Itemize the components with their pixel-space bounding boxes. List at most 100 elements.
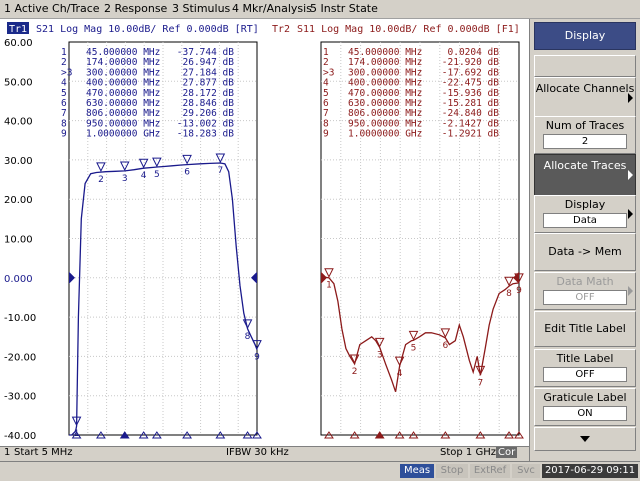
- trace1-marker-label-7: 7: [217, 166, 223, 176]
- y-tick-label: -30.00: [4, 392, 36, 403]
- channel-number: 1: [4, 447, 11, 458]
- trace2-marker-label-3: 3: [377, 350, 383, 360]
- channel-status-bar: 1 Start 5 MHz IFBW 30 kHz Stop 1 GHz Cor: [0, 446, 529, 461]
- trace1-marker-label-4: 4: [141, 171, 147, 181]
- title-label-label: Title Label: [556, 352, 614, 365]
- graticule-label-button[interactable]: Graticule Label ON: [534, 388, 636, 426]
- data-to-mem-button[interactable]: Data -> Mem: [534, 233, 636, 271]
- display-button[interactable]: Display Data: [534, 195, 636, 233]
- trace-display: Tr1 S21 Log Mag 10.00dB/ Ref 0.000dB [RT…: [4, 22, 524, 442]
- y-tick-label: 50.00: [4, 77, 33, 88]
- menu-instr-state[interactable]: 5 Instr State: [310, 2, 378, 15]
- trace1-marker-table-freq: 1.0000000 GHz: [86, 129, 160, 140]
- trace1-marker-table-value: -18.283 dB: [177, 129, 234, 140]
- title-label-value: OFF: [543, 367, 627, 382]
- menu-response[interactable]: 2 Response: [104, 2, 167, 15]
- start-frequency[interactable]: Start 5 MHz: [14, 447, 73, 458]
- trace1-marker-label-9: 9: [254, 353, 260, 363]
- trace2-header: S11 Log Mag 10.00dB/ Ref 0.000dB [F1]: [297, 24, 520, 35]
- display-label: Display: [564, 198, 606, 211]
- trace1-marker-2[interactable]: [96, 162, 106, 173]
- y-tick-label: 60.00: [4, 38, 33, 49]
- trace2-marker-label-8: 8: [506, 289, 512, 299]
- trace2-marker-label-9: 9: [516, 286, 522, 296]
- trace2-marker-label-2: 2: [352, 367, 358, 377]
- data-math-button[interactable]: Data Math OFF: [534, 272, 636, 310]
- trace1-marker-label-2: 2: [98, 175, 104, 185]
- scroll-down-icon: [580, 436, 590, 442]
- data-math-value: OFF: [543, 290, 627, 305]
- softkey-menu-title: Display: [534, 22, 636, 50]
- menu-stimulus[interactable]: 3 Stimulus: [172, 2, 230, 15]
- marker-tables: 1 45.000000 MHz -37.744 dB2 174.00000 MHz 26…: [61, 47, 499, 140]
- display-value: Data: [543, 213, 627, 228]
- num-traces-button[interactable]: Num of Traces 2: [534, 116, 636, 154]
- trace2-marker-label-7: 7: [478, 378, 484, 388]
- meas-indicator: Meas: [400, 464, 434, 478]
- allocate-traces-label: Allocate Traces: [543, 159, 627, 172]
- title-label-button[interactable]: Title Label OFF: [534, 349, 636, 387]
- trace1-marker-label-5: 5: [154, 170, 160, 180]
- stop-indicator: Stop: [436, 464, 468, 478]
- trace1-marker-7[interactable]: [215, 153, 226, 164]
- edit-title-label-button[interactable]: Edit Title Label: [534, 311, 636, 347]
- allocate-channels-button[interactable]: Allocate Channels: [534, 77, 636, 119]
- graticule-label-label: Graticule Label: [543, 391, 627, 404]
- correction-status: Cor: [496, 447, 518, 458]
- menu-active-ch-trace[interactable]: 1 Active Ch/Trace: [4, 2, 100, 15]
- submenu-arrow-icon: [628, 170, 633, 180]
- edit-title-label: Edit Title Label: [544, 322, 626, 335]
- instrument-status-bar: Meas Stop ExtRef Svc 2017-06-29 09:11: [0, 461, 640, 481]
- softkey-panel: Display Allocate Channels Num of Traces …: [529, 19, 640, 461]
- trace2-marker-1[interactable]: [324, 268, 334, 278]
- traces: [69, 162, 520, 436]
- y-tick-label: 40.00: [4, 117, 33, 128]
- y-tick-label: 30.00: [4, 156, 33, 167]
- data-to-mem-label: Data -> Mem: [548, 245, 622, 258]
- trace1-marker-4[interactable]: [138, 158, 149, 169]
- y-axis-ticks: 60.00 50.00 40.00 30.00 20.00 10.00 0.000 -10.0…: [4, 38, 36, 442]
- allocate-channels-label: Allocate Channels: [535, 82, 635, 95]
- stop-frequency[interactable]: Stop 1 GHz: [440, 447, 496, 458]
- allocate-traces-button[interactable]: Allocate Traces: [534, 154, 636, 196]
- y-tick-label: -10.00: [4, 313, 36, 324]
- extref-indicator: ExtRef: [470, 464, 510, 478]
- trace2-tag[interactable]: Tr2: [272, 24, 290, 35]
- trace1-tag[interactable]: Tr1: [9, 24, 27, 35]
- menu-mkr-analysis[interactable]: 4 Mkr/Analysis: [232, 2, 312, 15]
- trace2-marker-label-4: 4: [397, 369, 403, 379]
- trace1-marker-5[interactable]: [152, 157, 162, 168]
- submenu-arrow-icon: [628, 93, 633, 103]
- y-tick-label: 20.00: [4, 195, 33, 206]
- more-button[interactable]: [534, 427, 636, 451]
- trace2-marker-table-index: 9: [323, 129, 329, 140]
- markers: 12 3 4 5 6 78912345 678 9: [71, 153, 524, 439]
- trace1-ref-right-icon: [251, 271, 257, 284]
- trace2-marker-table-freq: 1.0000000 GHz: [348, 129, 422, 140]
- trace1-marker-3[interactable]: [119, 161, 130, 172]
- softkey-title-label: Display: [564, 29, 606, 42]
- trace1-ref-left-icon: [69, 271, 75, 284]
- submenu-arrow-icon: [628, 286, 633, 296]
- trace2-marker-6[interactable]: [440, 328, 451, 338]
- data-math-label: Data Math: [556, 275, 614, 288]
- trace2-marker-label-5: 5: [411, 343, 417, 353]
- graticule-label-value: ON: [543, 406, 627, 421]
- trace1-trace-line: [69, 162, 258, 436]
- trace1-marker-label-3: 3: [122, 174, 128, 184]
- trace2-marker-label-6: 6: [443, 341, 449, 351]
- ifbw[interactable]: IFBW 30 kHz: [226, 447, 289, 458]
- chart-area[interactable]: Tr1 S21 Log Mag 10.00dB/ Ref 0.000dB [RT…: [0, 19, 529, 446]
- trace2-marker-label-1: 1: [326, 281, 332, 291]
- y-tick-label: -40.00: [4, 431, 36, 442]
- num-traces-value: 2: [543, 134, 627, 149]
- trace2-marker-table-value: -1.2921 dB: [442, 129, 499, 140]
- y-tick-label: 10.00: [4, 235, 33, 246]
- datetime: 2017-06-29 09:11: [542, 464, 638, 478]
- softkey-spacer: [534, 55, 636, 77]
- trace1-marker-table-index: 9: [61, 129, 67, 140]
- trace1-marker-label-6: 6: [184, 167, 190, 177]
- menu-bar: 1 Active Ch/Trace 2 Response 3 Stimulus …: [0, 0, 640, 19]
- svc-indicator: Svc: [512, 464, 540, 478]
- y-tick-label: 0.000: [4, 274, 33, 285]
